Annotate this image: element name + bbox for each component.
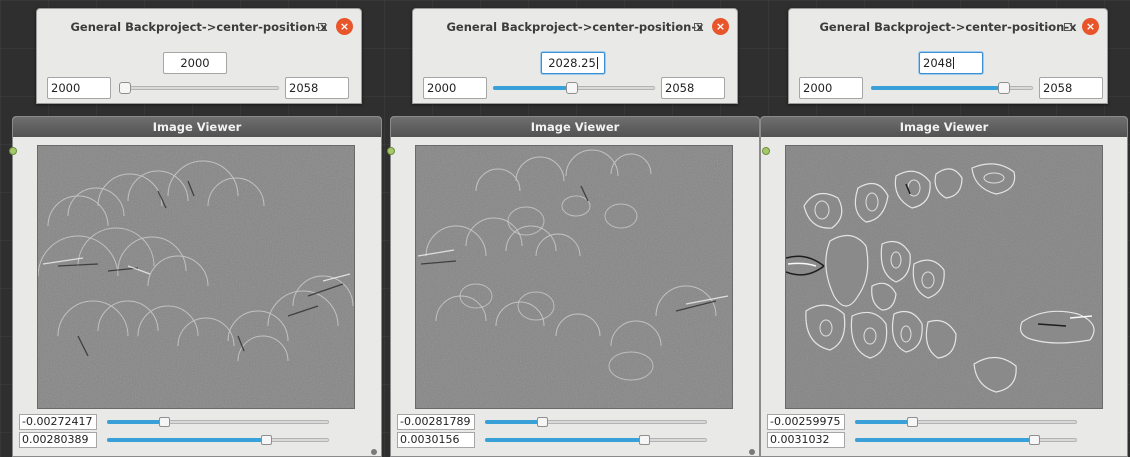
window-titlebar[interactable]: General Backproject->center-position-x –… [37,9,361,45]
maximize-icon[interactable] [694,22,702,31]
value-text: 2048 [923,56,953,70]
input-port-icon[interactable] [387,147,395,155]
min-input[interactable]: 2000 [799,77,863,99]
slider-fill [855,420,913,424]
max-input[interactable]: 2058 [661,77,725,99]
window-controls: – × [1044,18,1099,35]
close-icon[interactable]: × [1082,18,1099,35]
resize-grip-icon[interactable] [749,449,755,455]
image-viewer-2: Image Viewer -0.00281789 0.0030156 [390,116,760,457]
slider-thumb[interactable] [536,417,548,427]
image-canvas [786,146,1102,408]
value-text: 2028.25 [548,56,596,70]
max-input[interactable]: 2058 [285,77,349,99]
value-slider[interactable] [119,82,279,94]
high-level-slider[interactable] [855,434,1077,446]
text-caret [953,57,955,69]
low-level-slider[interactable] [485,416,707,428]
high-level-slider[interactable] [107,434,329,446]
column-1: General Backproject->center-position-x –… [9,0,382,457]
min-input[interactable]: 2000 [423,77,487,99]
window-title: General Backproject->center-position-x [70,20,328,34]
image-canvas [416,146,732,408]
viewer-title: Image Viewer [391,117,759,137]
minimize-icon[interactable]: – [674,21,684,32]
value-input[interactable]: 2028.25 [541,52,605,74]
low-level-input[interactable]: -0.00272417 [19,414,97,430]
low-level-input[interactable]: -0.00259975 [767,414,845,430]
slider-thumb[interactable] [1028,435,1040,445]
slider-fill [493,86,573,90]
window-title: General Backproject->center-position-x [819,20,1077,34]
max-input[interactable]: 2058 [1039,77,1103,99]
high-level-input[interactable]: 0.0031032 [767,432,845,448]
slider-fill [107,438,267,442]
slider-thumb[interactable] [119,82,131,94]
reconstruction-image[interactable] [785,145,1103,409]
image-viewer-1: Image Viewer -0.00272417 0.00280389 [12,116,382,457]
value-slider[interactable] [871,82,1033,94]
value-slider[interactable] [493,82,655,94]
viewer-title: Image Viewer [13,117,381,137]
parameter-window-1: General Backproject->center-position-x –… [36,8,362,104]
slider-thumb[interactable] [638,435,650,445]
maximize-icon[interactable] [318,22,326,31]
window-controls: – × [298,18,353,35]
parameter-window-3: General Backproject->center-position-x –… [788,8,1108,104]
input-port-icon[interactable] [9,147,17,155]
slider-fill [485,438,645,442]
slider-fill [855,438,1035,442]
slider-fill [107,420,165,424]
reconstruction-image[interactable] [415,145,733,409]
slider-thumb[interactable] [158,417,170,427]
value-input[interactable]: 2048 [919,52,983,74]
slider-track [119,86,279,90]
low-level-slider[interactable] [107,416,329,428]
low-level-input[interactable]: -0.00281789 [397,414,475,430]
slider-thumb[interactable] [566,82,579,94]
maximize-icon[interactable] [1064,22,1072,31]
text-caret [596,57,598,69]
slider-thumb[interactable] [997,82,1010,94]
slider-thumb[interactable] [906,417,918,427]
high-level-input[interactable]: 0.0030156 [397,432,475,448]
image-viewer-3: Image Viewer -0.00259975 0.0031032 [760,116,1128,457]
window-controls: – × [674,18,729,35]
reconstruction-image[interactable] [37,145,355,409]
close-icon[interactable]: × [336,18,353,35]
viewer-title: Image Viewer [761,117,1127,137]
high-level-slider[interactable] [485,434,707,446]
min-input[interactable]: 2000 [47,77,111,99]
low-level-slider[interactable] [855,416,1077,428]
resize-grip-icon[interactable] [371,449,377,455]
slider-thumb[interactable] [260,435,272,445]
column-3: General Backproject->center-position-x –… [758,0,1130,457]
input-port-icon[interactable] [762,147,770,155]
window-titlebar[interactable]: General Backproject->center-position-x –… [413,9,737,45]
slider-fill [871,86,1004,90]
high-level-input[interactable]: 0.00280389 [19,432,97,448]
image-canvas [38,146,354,408]
parameter-window-2: General Backproject->center-position-x –… [412,8,738,104]
window-titlebar[interactable]: General Backproject->center-position-x –… [789,9,1107,45]
close-icon[interactable]: × [712,18,729,35]
minimize-icon[interactable]: – [1044,21,1054,32]
slider-fill [485,420,543,424]
column-2: General Backproject->center-position-x –… [387,0,760,457]
desktop-canvas: General Backproject->center-position-x –… [0,0,1130,457]
minimize-icon[interactable]: – [298,21,308,32]
value-input[interactable]: 2000 [163,52,227,74]
window-title: General Backproject->center-position-x [446,20,704,34]
